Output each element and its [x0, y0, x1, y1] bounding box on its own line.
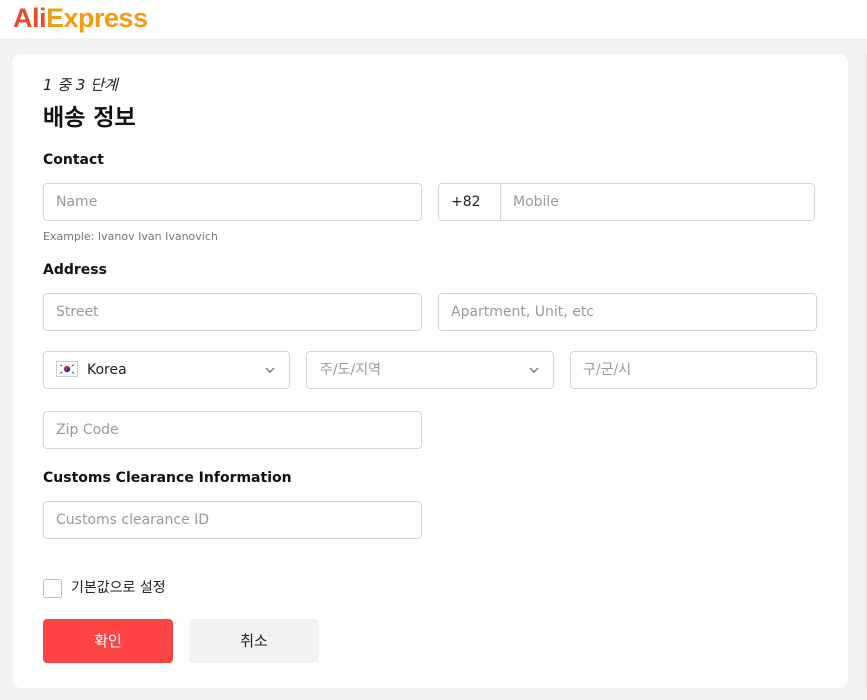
- city-input[interactable]: [571, 352, 816, 388]
- zip-input[interactable]: [44, 412, 421, 448]
- step-indicator: 1 중 3 단계: [43, 76, 118, 94]
- name-hint: Example: Ivanov Ivan Ivanovich: [43, 230, 218, 243]
- confirm-button[interactable]: 확인: [43, 619, 173, 663]
- cancel-button[interactable]: 취소: [189, 619, 319, 663]
- province-placeholder: 주/도/지역: [320, 362, 381, 378]
- set-default-checkbox[interactable]: [43, 579, 62, 598]
- street-field: [43, 293, 422, 331]
- zip-field: [43, 411, 422, 449]
- logo-express: Express: [46, 3, 148, 33]
- phone-field: +82: [438, 183, 815, 221]
- page-title: 배송 정보: [43, 105, 136, 131]
- name-input[interactable]: [44, 184, 421, 220]
- top-bar: AliExpress: [0, 0, 867, 38]
- apartment-field: [438, 293, 817, 331]
- mobile-input[interactable]: [501, 184, 814, 220]
- south-korea-flag-icon: [56, 361, 78, 377]
- set-default-label[interactable]: 기본값으로 설정: [71, 579, 166, 598]
- country-select[interactable]: Korea: [43, 351, 290, 389]
- apartment-input[interactable]: [439, 294, 816, 330]
- contact-heading: Contact: [43, 152, 104, 168]
- chevron-down-icon: [529, 367, 539, 373]
- name-field: [43, 183, 422, 221]
- aliexpress-logo[interactable]: AliExpress: [13, 2, 148, 34]
- customs-heading: Customs Clearance Information: [43, 470, 292, 486]
- country-value: Korea: [87, 362, 127, 378]
- customs-id-field: [43, 501, 422, 539]
- phone-country-code[interactable]: +82: [439, 184, 501, 220]
- customs-id-input[interactable]: [44, 502, 421, 538]
- province-select[interactable]: 주/도/지역: [306, 351, 554, 389]
- chevron-down-icon: [265, 367, 275, 373]
- street-input[interactable]: [44, 294, 421, 330]
- mobile-input-wrap: [501, 184, 814, 220]
- city-field: [570, 351, 817, 389]
- logo-ali: Ali: [13, 3, 47, 33]
- address-heading: Address: [43, 262, 107, 278]
